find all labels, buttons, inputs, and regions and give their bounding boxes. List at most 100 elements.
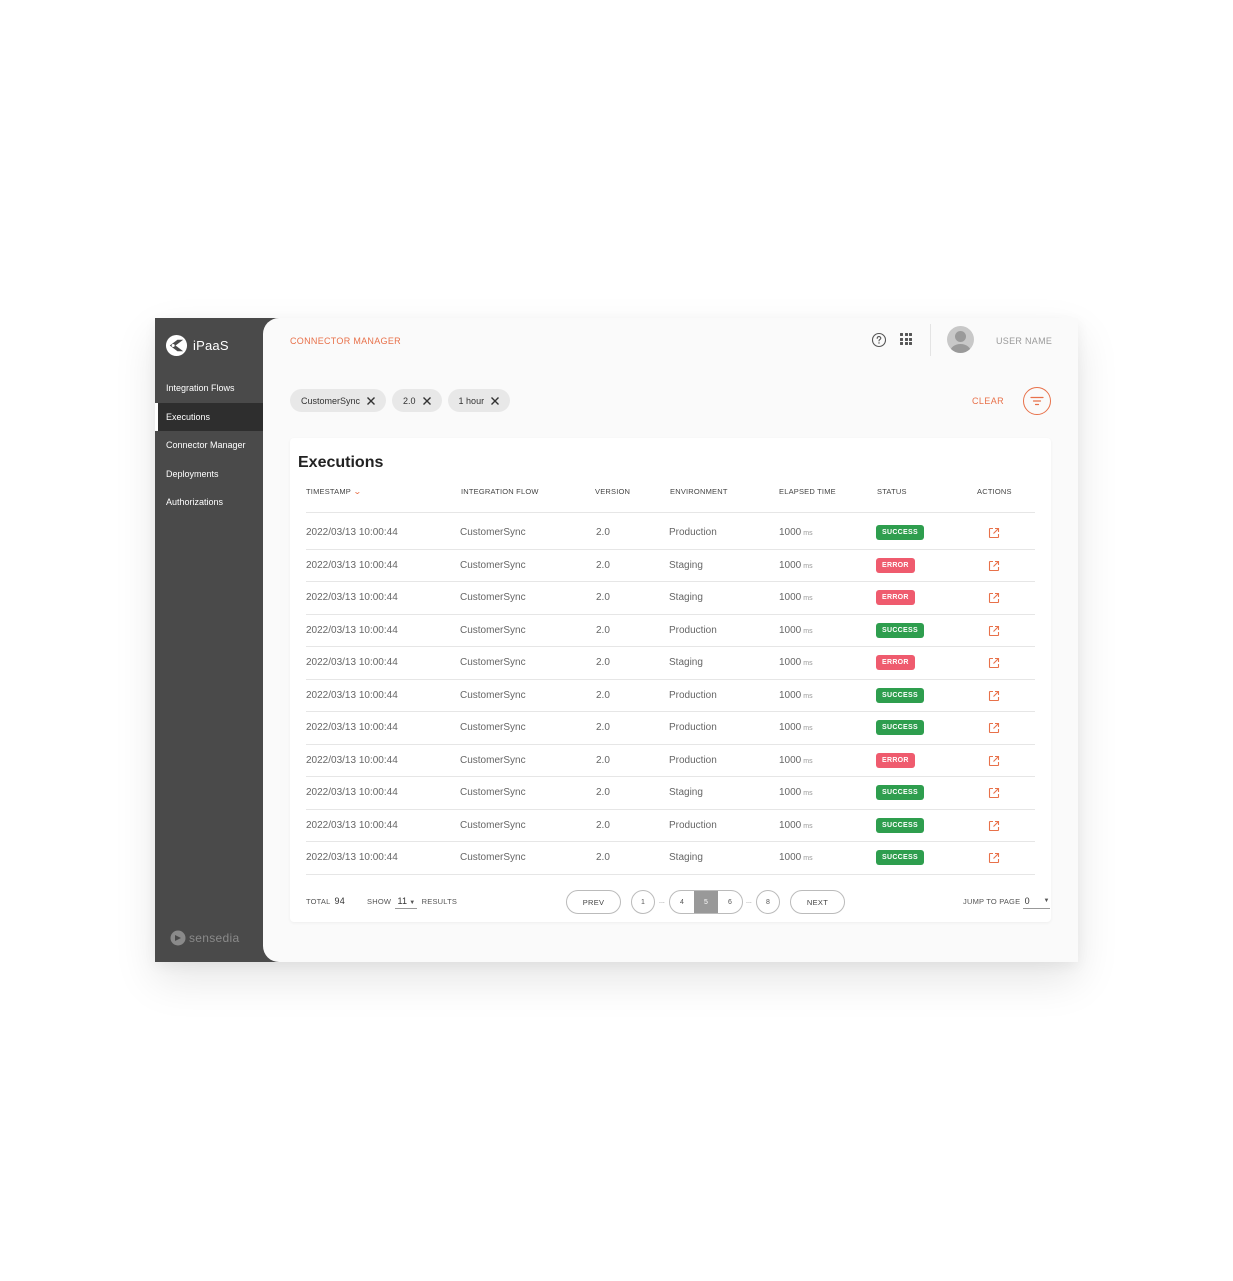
jump-to-page-select[interactable]: 0 ▼ [1022, 896, 1050, 909]
open-external-icon[interactable] [988, 852, 1000, 864]
cell-elapsed-time: 1000 ms [779, 852, 813, 863]
column-header-timestamp[interactable]: TIMESTAMP ⌄ [306, 487, 362, 496]
filter-button[interactable] [1023, 387, 1051, 415]
cell-elapsed-time: 1000 ms [779, 754, 813, 766]
close-icon[interactable] [422, 396, 432, 406]
next-button[interactable]: NEXT [790, 890, 845, 914]
pagination-ellipsis: ... [746, 898, 752, 905]
close-icon[interactable] [366, 396, 376, 406]
open-external-icon[interactable] [988, 527, 1000, 539]
cell-version: 2.0 [596, 657, 610, 668]
cell-version: 2.0 [596, 852, 610, 863]
brand-logo: sensedia [170, 930, 239, 946]
executions-card: Executions TIMESTAMP ⌄ INTEGRATION FLOW V… [290, 438, 1051, 922]
cell-elapsed-time: 1000 ms [779, 722, 813, 733]
cell-environment: Production [669, 527, 717, 538]
open-external-icon[interactable] [988, 625, 1000, 637]
sidebar-item-executions[interactable]: Executions [155, 402, 263, 431]
elapsed-unit: ms [803, 855, 813, 862]
cell-integration-flow: CustomerSync [460, 852, 526, 863]
main-panel: CONNECTOR MANAGER USER NAME CustomerSync… [263, 318, 1078, 962]
sidebar-item-integration-flows[interactable]: Integration Flows [155, 374, 263, 403]
table-row: 2022/03/13 10:00:44 CustomerSync 2.0 Produc… [306, 680, 1035, 712]
open-external-icon[interactable] [988, 690, 1000, 702]
cell-elapsed-time: 1000 ms [779, 787, 813, 798]
open-external-icon[interactable] [988, 592, 1000, 604]
column-header-environment: ENVIRONMENT [670, 487, 728, 496]
open-external-icon[interactable] [988, 657, 1000, 669]
page-button-current[interactable]: 5 [694, 891, 718, 913]
cell-timestamp: 2022/03/13 10:00:44 [306, 559, 398, 571]
apps-grid-icon[interactable] [900, 333, 912, 345]
page-button-last[interactable]: 8 [756, 890, 780, 914]
prev-button[interactable]: PREV [566, 890, 621, 914]
table-row: 2022/03/13 10:00:44 CustomerSync 2.0 Stagin… [306, 582, 1035, 615]
column-header-status: STATUS [877, 487, 907, 496]
cell-version: 2.0 [596, 689, 610, 701]
cell-integration-flow: CustomerSync [460, 787, 526, 798]
cell-elapsed-time: 1000 ms [779, 527, 813, 538]
cell-integration-flow: CustomerSync [460, 689, 526, 701]
clear-filters-button[interactable]: CLEAR [972, 396, 1004, 406]
page-size-select[interactable]: 11 ▼ [395, 896, 418, 909]
cell-elapsed-time: 1000 ms [779, 689, 813, 701]
cell-environment: Production [669, 624, 717, 636]
table-row: 2022/03/13 10:00:44 CustomerSync 2.0 Produc… [306, 517, 1035, 550]
cell-timestamp: 2022/03/13 10:00:44 [306, 592, 398, 603]
sidebar-item-authorizations[interactable]: Authorizations [155, 488, 263, 517]
page-button[interactable]: 6 [718, 891, 742, 913]
total-count: TOTAL 94 [306, 896, 345, 906]
filter-chip-version: 2.0 [392, 389, 442, 412]
filter-chip-flow: CustomerSync [290, 389, 387, 412]
app-window: iPaaS Integration Flows Executions Conne… [155, 318, 1078, 962]
avatar[interactable] [947, 326, 974, 353]
elapsed-unit: ms [803, 822, 813, 830]
elapsed-unit: ms [803, 790, 813, 797]
sidebar: iPaaS Integration Flows Executions Conne… [155, 318, 263, 962]
cell-timestamp: 2022/03/13 10:00:44 [306, 754, 398, 766]
page-size: SHOW 11 ▼ RESULTS [367, 896, 457, 909]
app-logo[interactable]: iPaaS [165, 334, 229, 357]
status-badge: SUCCESS [876, 622, 924, 638]
help-circle-icon[interactable] [871, 332, 887, 348]
status-badge: ERROR [876, 655, 915, 670]
elapsed-unit: ms [803, 725, 813, 732]
cell-elapsed-time: 1000 ms [779, 819, 813, 831]
status-badge: SUCCESS [876, 817, 924, 833]
sidebar-item-deployments[interactable]: Deployments [155, 460, 263, 489]
table-row: 2022/03/13 10:00:44 CustomerSync 2.0 Stagin… [306, 777, 1035, 810]
column-header-integration-flow: INTEGRATION FLOW [461, 487, 539, 496]
table-row: 2022/03/13 10:00:44 CustomerSync 2.0 Stagin… [306, 550, 1035, 582]
elapsed-unit: ms [803, 757, 813, 765]
status-badge: SUCCESS [876, 720, 924, 735]
user-name[interactable]: USER NAME [996, 336, 1052, 346]
brand-name: sensedia [189, 931, 240, 945]
cell-environment: Production [669, 689, 717, 701]
open-external-icon[interactable] [988, 787, 1000, 799]
cell-elapsed-time: 1000 ms [779, 559, 813, 571]
cell-timestamp: 2022/03/13 10:00:44 [306, 689, 398, 701]
page-button[interactable]: 4 [670, 891, 694, 913]
open-external-icon[interactable] [988, 820, 1000, 832]
cell-elapsed-time: 1000 ms [779, 624, 813, 636]
sidebar-item-connector-manager[interactable]: Connector Manager [155, 431, 263, 460]
status-badge: SUCCESS [876, 525, 924, 540]
elapsed-unit: ms [803, 627, 813, 635]
jump-to-page: JUMP TO PAGE 0 ▼ [963, 896, 1050, 909]
cell-version: 2.0 [596, 624, 610, 636]
close-icon[interactable] [490, 396, 500, 406]
ipaas-logo-icon [165, 334, 188, 357]
cell-timestamp: 2022/03/13 10:00:44 [306, 722, 398, 733]
elapsed-unit: ms [803, 562, 813, 570]
page-button-first[interactable]: 1 [631, 890, 655, 914]
elapsed-unit: ms [803, 660, 813, 667]
cell-integration-flow: CustomerSync [460, 722, 526, 733]
cell-environment: Staging [669, 787, 703, 798]
open-external-icon[interactable] [988, 755, 1000, 767]
table-row: 2022/03/13 10:00:44 CustomerSync 2.0 Produc… [306, 810, 1035, 842]
cell-environment: Production [669, 722, 717, 733]
chip-label: 2.0 [403, 395, 416, 406]
open-external-icon[interactable] [988, 722, 1000, 734]
open-external-icon[interactable] [988, 560, 1000, 572]
cell-environment: Staging [669, 657, 703, 668]
